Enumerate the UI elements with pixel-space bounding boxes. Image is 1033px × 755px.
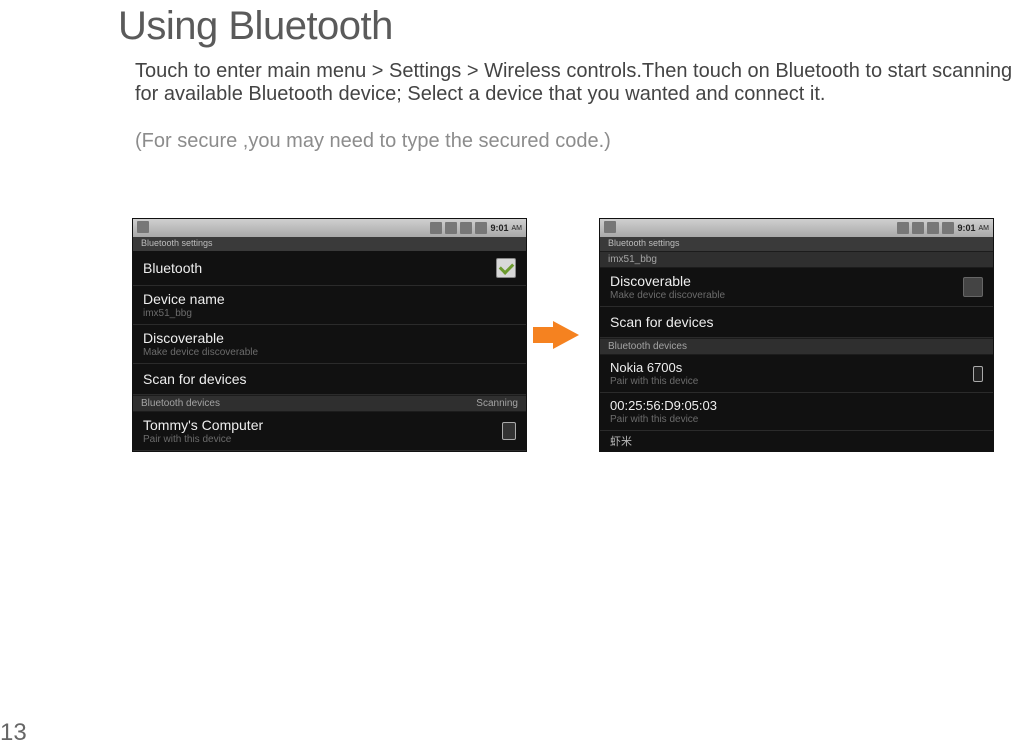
checkbox-icon[interactable] [496,258,516,278]
row-sublabel: imx51_bbg [143,308,225,319]
screen-header: Bluetooth settings [600,237,993,251]
row-tail: 虾米 [600,431,993,451]
phone-icon [973,366,983,382]
note-paragraph: (For secure ,you may need to type the se… [135,130,611,153]
row-label: Discoverable [143,330,258,346]
status-icon [137,221,149,233]
wifi-icon [445,222,457,234]
clock-icon [942,222,954,234]
screenshot-1: 9:01 AM Bluetooth settings Bluetooth Dev… [132,218,527,452]
device-name: Tommy's Computer [143,417,263,433]
battery-icon [927,222,939,234]
section-bluetooth-devices: Bluetooth devices Scanning [133,395,526,412]
row-bluetooth[interactable]: Bluetooth [133,251,526,286]
row-discoverable[interactable]: Discoverable Make device discoverable [133,325,526,364]
section-bluetooth-devices: Bluetooth devices [600,338,993,355]
row-sublabel: Make device discoverable [143,347,258,358]
row-sublabel: Make device discoverable [610,290,725,301]
row-device-id: imx51_bbg [600,251,993,268]
row-scan[interactable]: Scan for devices [133,364,526,395]
row-found-device[interactable]: Tommy's Computer Pair with this device [133,412,526,451]
computer-icon [502,422,516,440]
signal-icon [897,222,909,234]
status-bar: 9:01 AM [600,219,993,237]
status-time: 9:01 [490,223,508,233]
screen-header: Bluetooth settings [133,237,526,251]
status-time: 9:01 [957,223,975,233]
instruction-paragraph: Touch to enter main menu > Settings > Wi… [135,60,1033,106]
device-sub: Pair with this device [610,414,717,425]
row-device-name[interactable]: Device name imx51_bbg [133,286,526,325]
device-name: 00:25:56:D9:05:03 [610,398,717,413]
status-bar: 9:01 AM [133,219,526,237]
row-label: Device name [143,291,225,307]
status-ampm: AM [512,225,523,232]
screenshot-2: 9:01 AM Bluetooth settings imx51_bbg Dis… [599,218,994,452]
row-discoverable[interactable]: Discoverable Make device discoverable [600,268,993,307]
row-found-device[interactable]: Nokia 6700s Pair with this device [600,355,993,393]
device-sub: Pair with this device [610,376,698,387]
row-label: Scan for devices [143,371,247,387]
arrow-icon [553,321,579,349]
device-name: Nokia 6700s [610,360,698,375]
screenshots-row: 9:01 AM Bluetooth settings Bluetooth Dev… [132,218,994,452]
device-id: imx51_bbg [608,254,657,265]
row-label: Scan for devices [610,314,714,330]
status-icon [604,221,616,233]
section-label: Bluetooth devices [608,341,687,352]
row-scan[interactable]: Scan for devices [600,307,993,338]
row-found-device[interactable]: 00:25:56:D9:05:03 Pair with this device [600,393,993,431]
page-number: 13 [0,719,27,747]
manual-page: Using Bluetooth Touch to enter main menu… [0,0,1033,755]
row-label: Discoverable [610,273,725,289]
row-label: Bluetooth [143,260,202,276]
checkbox-icon[interactable] [963,277,983,297]
wifi-icon [912,222,924,234]
status-ampm: AM [979,225,990,232]
section-label: Bluetooth devices [141,398,220,409]
battery-icon [460,222,472,234]
clock-icon [475,222,487,234]
section-status: Scanning [476,398,518,409]
signal-icon [430,222,442,234]
device-sub: Pair with this device [143,434,263,445]
page-title: Using Bluetooth [118,4,393,49]
